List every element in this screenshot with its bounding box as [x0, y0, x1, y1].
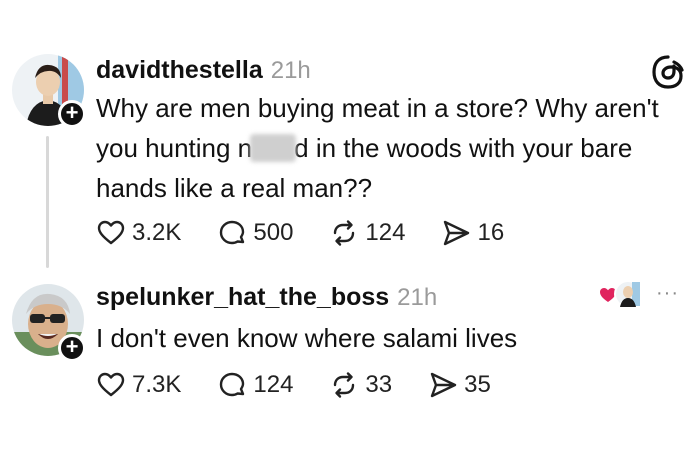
reply-count: 124 — [253, 371, 294, 398]
share-button[interactable]: 35 — [428, 370, 491, 400]
repost-button[interactable]: 33 — [329, 370, 392, 400]
heart-icon — [97, 372, 125, 397]
reply-button[interactable]: 500 — [217, 218, 293, 248]
comment-icon — [220, 372, 245, 397]
thread-connector-line — [46, 136, 49, 268]
heart-icon — [97, 220, 125, 245]
timestamp: 21h — [397, 284, 438, 311]
follow-plus-button[interactable]: + — [58, 334, 86, 362]
like-count: 7.3K — [132, 371, 182, 398]
username[interactable]: spelunker_hat_the_boss — [96, 283, 389, 312]
send-icon — [430, 372, 457, 398]
post-text-line: hands like a real man?? — [96, 173, 373, 203]
like-button[interactable]: 7.3K — [96, 370, 181, 400]
send-icon — [444, 220, 470, 246]
repost-count: 124 — [365, 219, 406, 246]
thread-post-reply: + spelunker_hat_the_boss 21h ··· I don't… — [0, 268, 700, 455]
like-count: 3.2K — [132, 219, 182, 246]
repost-button[interactable]: 124 — [329, 218, 405, 248]
post-actions: 3.2K 500 124 16 — [96, 218, 540, 248]
repost-icon — [334, 372, 355, 398]
reply-button[interactable]: 124 — [217, 370, 293, 400]
share-button[interactable]: 16 — [441, 218, 504, 248]
post-header: davidthestella 21h — [96, 56, 311, 85]
threads-logo-icon[interactable] — [650, 54, 686, 90]
reply-count: 500 — [253, 219, 294, 246]
post-actions: 7.3K 124 33 35 — [96, 370, 527, 400]
thread-post-main: + davidthestella 21h Why are men buying … — [0, 0, 700, 268]
post-text-segment: d in the woods with your bare — [294, 133, 633, 163]
timestamp: 21h — [270, 57, 311, 84]
username[interactable]: davidthestella — [96, 56, 263, 85]
post-text-line: you hunting n d in the woods with your ba… — [96, 128, 676, 168]
comment-icon — [220, 220, 245, 245]
post-text-line: Why are men buying meat in a store? Why … — [96, 93, 659, 123]
post-header: spelunker_hat_the_boss 21h — [96, 283, 437, 312]
follow-plus-button[interactable]: + — [58, 100, 86, 128]
liked-by-author-icon[interactable] — [598, 278, 644, 310]
avatar-spelunker[interactable]: + — [12, 284, 86, 362]
share-count: 16 — [477, 219, 505, 246]
avatar-davidthestella[interactable]: + — [12, 54, 86, 128]
more-options-icon[interactable]: ··· — [656, 282, 679, 305]
share-count: 35 — [464, 371, 491, 398]
like-button[interactable]: 3.2K — [96, 218, 181, 248]
post-text: Why are men buying meat in a store? Why … — [96, 88, 676, 208]
censor-blur — [250, 134, 297, 162]
post-text-segment: you hunting n — [96, 133, 253, 163]
repost-count: 33 — [365, 371, 393, 398]
post-text: I don't even know where salami lives — [96, 323, 518, 353]
repost-icon — [334, 220, 355, 246]
